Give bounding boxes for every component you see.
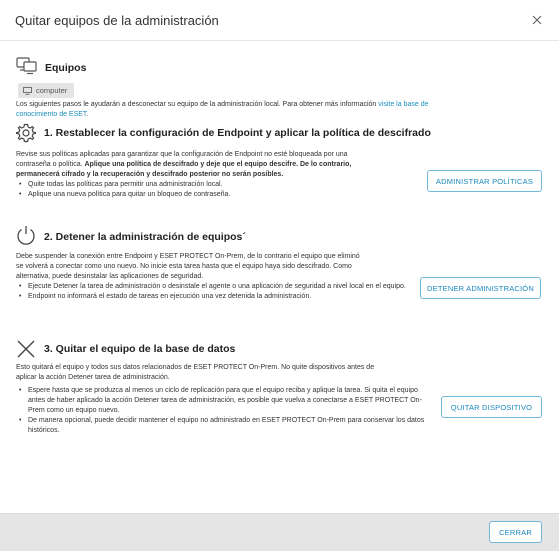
computers-icon	[16, 57, 37, 75]
power-icon	[17, 226, 35, 245]
list-item: Quite todas las políticas para permitir …	[16, 180, 446, 190]
kb-link-continued[interactable]: conocimiento de ESET	[16, 111, 86, 118]
step2-bullets: Ejecute Detener la tarea de administraci…	[16, 282, 430, 302]
remove-icon	[17, 340, 35, 358]
manage-policies-button[interactable]: ADMINISTRAR POLÍTICAS	[427, 170, 542, 192]
devices-heading: Equipos	[45, 62, 87, 74]
list-item: Ejecute Detener la tarea de administraci…	[16, 282, 430, 292]
devices-intro: Los siguientes pasos le ayudarán a desco…	[16, 101, 429, 118]
device-chip-label: computer	[36, 86, 68, 95]
step1-text: Revise sus políticas aplicadas para gara…	[16, 150, 446, 200]
list-item: Endpoint no informará el estado de tarea…	[16, 292, 430, 302]
close-icon[interactable]	[529, 12, 545, 28]
dialog-title: Quitar equipos de la administración	[15, 13, 219, 28]
step3-text: Esto quitará el equipo y todos sus datos…	[16, 363, 430, 436]
step2-heading: 2. Detener la administración de equipos´	[44, 231, 246, 243]
dialog-content: Equipos computer Los siguientes pasos le…	[0, 41, 559, 513]
stop-management-button[interactable]: DETENER ADMINISTRACIÓN	[420, 277, 541, 299]
device-chip: computer	[18, 83, 74, 98]
monitor-icon	[23, 86, 32, 95]
step1-heading: 1. Restablecer la configuración de Endpo…	[44, 127, 431, 139]
step3-bullets: Espere hasta que se produzca al menos un…	[16, 386, 430, 436]
gear-icon	[16, 123, 36, 143]
dialog-header: Quitar equipos de la administración	[0, 0, 559, 41]
step1-bullets: Quite todas las políticas para permitir …	[16, 180, 446, 200]
kb-link[interactable]: visite la base de	[378, 101, 428, 108]
step2-text: Debe suspender la conexión entre Endpoin…	[16, 252, 430, 302]
list-item: De manera opcional, puede decidir manten…	[16, 416, 430, 436]
remove-device-button[interactable]: QUITAR DISPOSITIVO	[441, 396, 542, 418]
list-item: Aplique una nueva política para quitar u…	[16, 190, 446, 200]
step3-heading: 3. Quitar el equipo de la base de datos	[44, 343, 236, 355]
dialog-footer: CERRAR	[0, 513, 559, 551]
list-item: Espere hasta que se produzca al menos un…	[16, 386, 430, 416]
close-button[interactable]: CERRAR	[489, 521, 542, 543]
